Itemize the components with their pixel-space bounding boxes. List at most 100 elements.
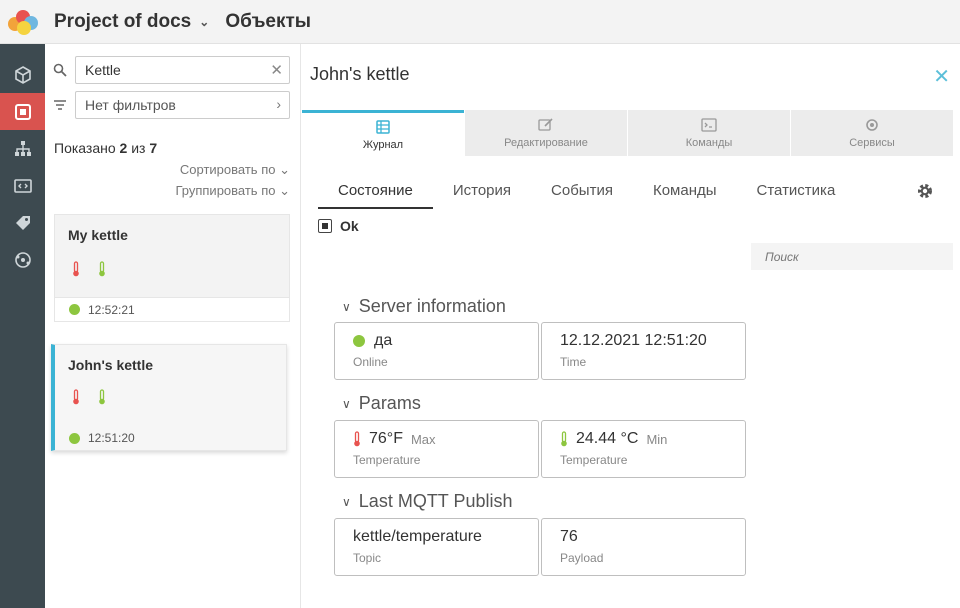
group-header[interactable]: ∨ Server information [342, 296, 506, 317]
tile-label: Temperature [353, 453, 421, 467]
tile-suffix: Max [410, 431, 436, 447]
filter-placeholder: Нет фильтров [85, 97, 176, 113]
value-tile: 76 Payload [541, 518, 746, 576]
item-time: 12:51:20 [88, 431, 135, 445]
services-icon [866, 119, 878, 131]
tab-label: Команды [685, 137, 733, 149]
value-tile: kettle/temperature Topic [334, 518, 539, 576]
chevron-down-icon: ⌄ [279, 183, 290, 198]
state-checkbox[interactable] [318, 219, 332, 233]
thermometer-green-icon [99, 261, 105, 277]
tab-label: Журнал [362, 138, 404, 151]
group-title: Params [358, 393, 421, 413]
thermometer-red-icon [354, 431, 360, 447]
search-input[interactable] [751, 243, 953, 270]
tile-value: 24.44 °C [576, 430, 639, 447]
tile-value: 76°F [369, 430, 403, 447]
tab-journal[interactable]: Журнал [302, 110, 464, 156]
list-item[interactable]: John's kettle 12:51:20 [51, 344, 287, 451]
tab-label: Редактирование [504, 137, 588, 149]
subtab-events[interactable]: События [531, 176, 633, 209]
state-label: Ok [340, 218, 359, 234]
thermometer-red-icon [73, 261, 79, 277]
tab-label: Сервисы [849, 137, 895, 149]
cube-icon[interactable] [0, 56, 45, 93]
tile-label: Topic [353, 551, 382, 565]
tab-edit[interactable]: Редактирование [465, 110, 627, 156]
online-dot-icon [69, 304, 80, 315]
tile-value: kettle/temperature [353, 528, 482, 545]
search-row: Kettle ✕ [53, 56, 290, 84]
shown-prefix: Показано [54, 140, 116, 156]
thermometer-green-icon [561, 431, 567, 447]
tab-commands[interactable]: Команды [628, 110, 790, 156]
edit-icon [538, 118, 553, 131]
group-header[interactable]: ∨ Last MQTT Publish [342, 491, 513, 512]
value-tile: 24.44 °C Min Temperature [541, 420, 746, 478]
value-tile: 76°F Max Temperature [334, 420, 539, 478]
subtab-statistics[interactable]: Статистика [737, 176, 856, 209]
top-bar: Project of docs ⌄ Объекты [0, 0, 960, 44]
value-tile: да Online [334, 322, 539, 380]
thermometer-red-icon [73, 389, 79, 405]
tab-services[interactable]: Сервисы [791, 110, 953, 156]
filter-row: Нет фильтров › [53, 91, 290, 119]
object-title: John's kettle [310, 64, 410, 84]
sort-dropdown[interactable]: Сортировать по ⌄ [180, 162, 290, 178]
tile-label: Online [353, 355, 388, 369]
subtab-commands[interactable]: Команды [633, 176, 737, 209]
gear-icon[interactable] [916, 182, 934, 200]
main-tabs: Журнал Редактирование Команды Сервисы [302, 110, 954, 156]
journal-icon [376, 119, 390, 134]
network-icon[interactable] [0, 241, 45, 278]
group-title: Server information [358, 296, 506, 316]
item-status: 12:52:21 [55, 297, 289, 321]
online-dot-icon [69, 432, 80, 444]
search-value: Kettle [85, 62, 121, 78]
tile-value: 12.12.2021 12:51:20 [560, 332, 707, 349]
group-header[interactable]: ∨ Params [342, 393, 421, 414]
tile-suffix: Min [646, 431, 668, 447]
shown-total: 7 [149, 140, 158, 156]
subtab-state[interactable]: Состояние [318, 176, 433, 209]
search-icon [53, 63, 67, 77]
search-input[interactable]: Kettle ✕ [75, 56, 290, 84]
objects-icon[interactable] [0, 93, 45, 130]
tag-icon[interactable] [0, 204, 45, 241]
subtab-history[interactable]: История [433, 176, 531, 209]
chevron-down-icon: ∨ [342, 396, 351, 411]
filter-input[interactable]: Нет фильтров › [75, 91, 290, 119]
results-count: Показано 2 из 7 [54, 140, 157, 156]
app-logo[interactable] [8, 7, 42, 37]
hierarchy-icon[interactable] [0, 130, 45, 167]
project-selector[interactable]: Project of docs ⌄ [54, 11, 209, 33]
sort-label: Сортировать по [179, 162, 276, 177]
chevron-down-icon: ∨ [342, 494, 351, 509]
project-name: Project of docs [54, 10, 192, 32]
code-icon[interactable] [0, 167, 45, 204]
group-label: Группировать по [175, 183, 276, 198]
left-rail [0, 44, 45, 608]
filter-icon [54, 100, 66, 110]
objects-sidebar: Kettle ✕ Нет фильтров › Показано 2 из 7 … [45, 44, 301, 608]
tile-label: Temperature [560, 453, 628, 467]
terminal-icon [701, 118, 717, 132]
item-time: 12:52:21 [88, 302, 135, 317]
state-indicator: Ok [318, 218, 359, 234]
group-title: Last MQTT Publish [358, 491, 513, 511]
shown-count: 2 [119, 140, 128, 156]
item-name: My kettle [68, 227, 128, 243]
clear-icon[interactable]: ✕ [270, 61, 283, 79]
chevron-down-icon: ∨ [342, 299, 351, 314]
close-icon[interactable]: ✕ [933, 64, 950, 89]
list-item[interactable]: My kettle 12:52:21 [54, 214, 290, 322]
group-dropdown[interactable]: Группировать по ⌄ [175, 183, 290, 199]
chevron-down-icon: ⌄ [199, 14, 210, 29]
value-tile: 12.12.2021 12:51:20 Time [541, 322, 746, 380]
tile-label: Payload [560, 551, 604, 565]
tile-value: да [374, 332, 393, 349]
object-detail-panel: John's kettle ✕ Журнал Редактирование Ко… [302, 44, 960, 608]
shown-of: из [131, 140, 146, 156]
thermometer-green-icon [99, 389, 105, 405]
item-name: John's kettle [68, 357, 154, 373]
